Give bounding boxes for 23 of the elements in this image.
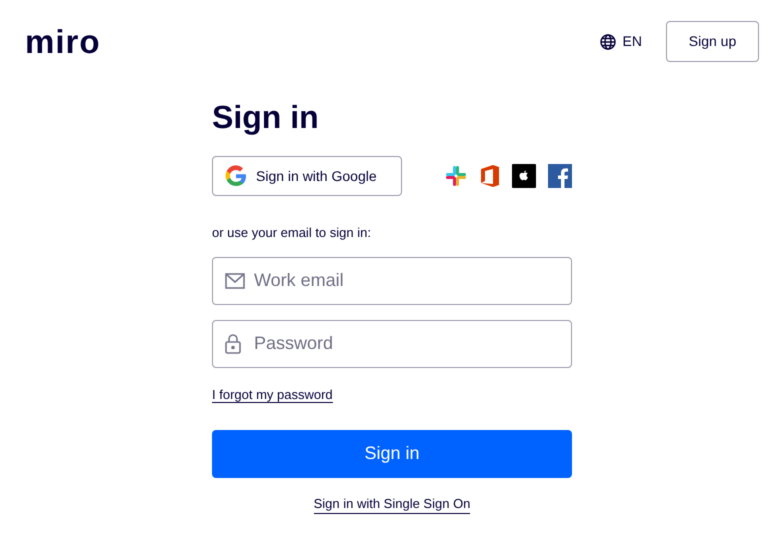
envelope-icon	[225, 272, 245, 288]
sign-in-button[interactable]: Sign in	[212, 430, 572, 478]
lock-icon	[225, 334, 241, 354]
apple-icon	[512, 164, 536, 188]
page-title: Sign in	[212, 101, 320, 133]
facebook-icon	[548, 164, 572, 188]
password-field[interactable]: Password	[212, 320, 572, 368]
google-icon	[224, 164, 248, 188]
office-icon	[480, 164, 500, 188]
sign-up-button[interactable]: Sign up	[666, 21, 759, 62]
apple-sign-in-button[interactable]	[512, 164, 536, 188]
language-selector[interactable]: EN	[600, 31, 642, 52]
globe-icon	[600, 34, 616, 50]
sso-link[interactable]: Sign in with Single Sign On	[314, 494, 470, 514]
slack-sign-in-button[interactable]	[444, 164, 468, 188]
facebook-sign-in-button[interactable]	[548, 164, 572, 188]
google-sign-in-button[interactable]: Sign in with Google	[212, 156, 402, 196]
logo[interactable]: miro	[25, 25, 101, 58]
forgot-password-link[interactable]: I forgot my password	[212, 386, 333, 402]
email-instructions: or use your email to sign in:	[212, 224, 372, 242]
slack-icon	[444, 164, 468, 188]
email-field[interactable]: Work email	[212, 256, 572, 304]
office-sign-in-button[interactable]	[480, 164, 500, 188]
